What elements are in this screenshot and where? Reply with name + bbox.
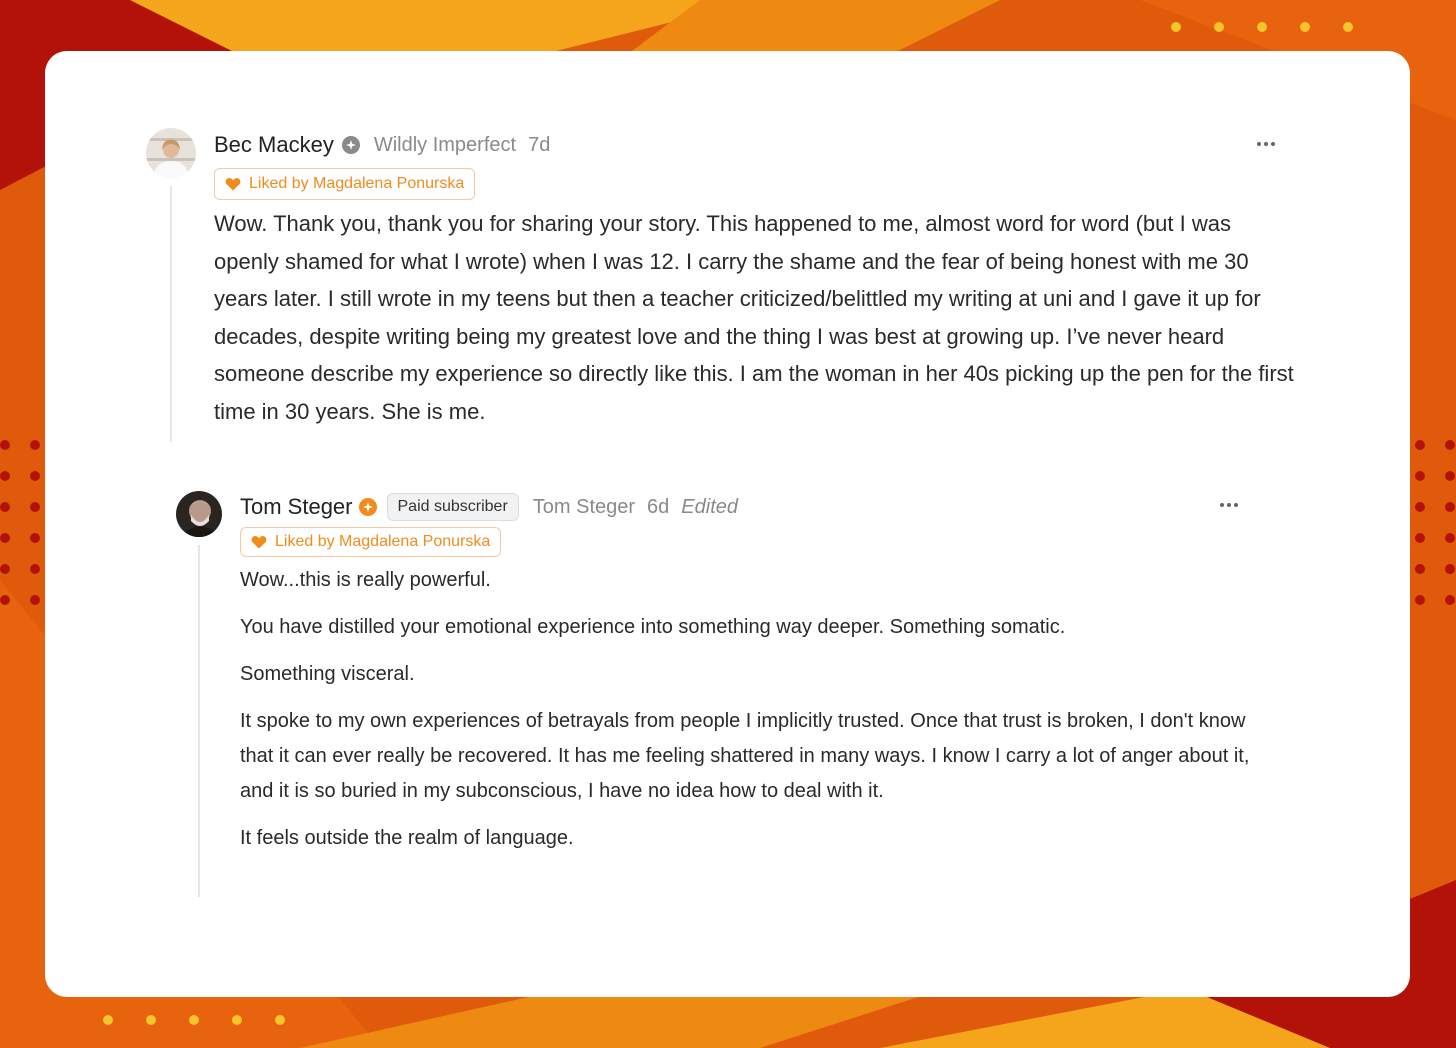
comment-age[interactable]: 6d [647, 496, 669, 519]
comment-paragraph: It spoke to my own experiences of betray… [240, 710, 1250, 802]
thread-line-1 [170, 186, 172, 442]
decorative-dots-top [1171, 22, 1353, 32]
author-name[interactable]: Tom Steger [240, 494, 353, 520]
liked-by-badge[interactable]: Liked by Magdalena Ponurska [240, 527, 502, 557]
heart-icon [225, 178, 241, 191]
author-name[interactable]: Bec Mackey [214, 132, 334, 158]
more-options-icon[interactable] [1220, 503, 1238, 507]
comment-age[interactable]: 7d [528, 134, 550, 157]
paid-subscriber-badge: Paid subscriber [386, 493, 519, 521]
comment-paragraph: You have distilled your emotional experi… [240, 616, 1066, 638]
comment-body-1: Wow. Thank you, thank you for sharing yo… [214, 211, 1294, 424]
liked-by-text: Liked by Magdalena Ponurska [249, 175, 465, 192]
liked-by-text: Liked by Magdalena Ponurska [275, 533, 491, 550]
comment-paragraph: It feels outside the realm of language. [240, 827, 574, 849]
more-options-icon[interactable] [1257, 142, 1275, 146]
edited-label: Edited [681, 495, 739, 518]
publication-name[interactable]: Tom Steger [533, 496, 635, 519]
comment-body-2: Wow...this is really powerful. You have … [240, 563, 1250, 868]
thread-line-2 [198, 545, 200, 897]
decorative-dots-right [1415, 440, 1455, 605]
publication-badge-icon [358, 498, 377, 516]
avatar-tom-steger[interactable] [176, 491, 222, 537]
decorative-dots-left [0, 440, 40, 605]
comment-header-1: Bec Mackey Wildly Imperfect 7d [214, 130, 550, 160]
heart-icon [251, 536, 267, 549]
comment-header-2: Tom Steger Paid subscriber Tom Steger 6d… [240, 492, 738, 522]
avatar-bec-mackey[interactable] [146, 128, 196, 178]
liked-by-badge[interactable]: Liked by Magdalena Ponurska [214, 168, 476, 200]
comment-paragraph: Something visceral. [240, 663, 415, 685]
publication-badge-icon [341, 136, 360, 154]
comment-paragraph: Wow...this is really powerful. [240, 569, 491, 591]
decorative-dots-bottom [103, 1015, 285, 1025]
publication-name[interactable]: Wildly Imperfect [374, 134, 516, 157]
